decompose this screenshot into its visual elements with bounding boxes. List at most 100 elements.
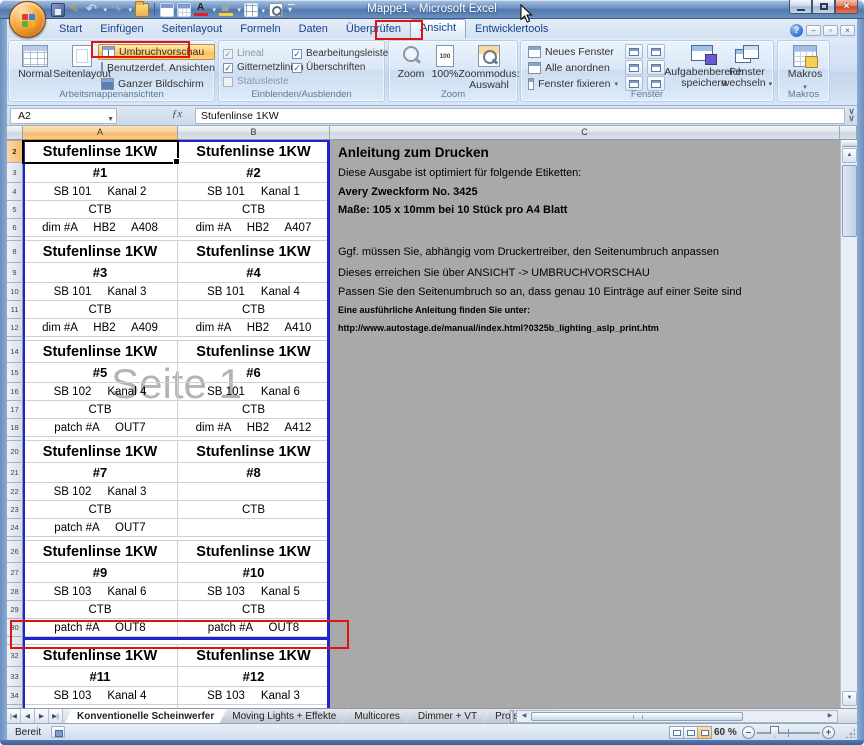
cell-B22[interactable]: [178, 483, 330, 501]
cell-A29[interactable]: CTB: [23, 601, 178, 619]
cell-B21[interactable]: #8: [178, 463, 330, 483]
cell-B5[interactable]: CTB: [178, 201, 330, 219]
workbook-minimize-button[interactable]: –: [806, 25, 821, 36]
vertical-scroll-thumb[interactable]: [842, 165, 857, 237]
sheet-tab-3[interactable]: Multicores: [342, 709, 412, 723]
cell-B28[interactable]: SB 103 Kanal 5: [178, 583, 330, 601]
checkbox-lineal[interactable]: ✓: [223, 49, 233, 59]
cell-A8[interactable]: Stufenlinse 1KW: [23, 241, 178, 263]
cell-B26[interactable]: Stufenlinse 1KW: [178, 541, 330, 563]
row-header-29[interactable]: 29: [7, 601, 23, 619]
row-header-14[interactable]: 14: [7, 341, 23, 363]
column-header-b[interactable]: B: [178, 126, 330, 140]
cell-B12[interactable]: dim #A HB2 A410: [178, 319, 330, 337]
cell-A34[interactable]: SB 103 Kanal 4: [23, 687, 178, 705]
row-header-34[interactable]: 34: [7, 687, 23, 705]
row-header-16[interactable]: 16: [7, 383, 23, 401]
zoom-100-button[interactable]: 100 100%: [429, 45, 461, 80]
next-sheet-icon[interactable]: ▶: [35, 709, 49, 723]
cell-B3[interactable]: #2: [178, 163, 330, 183]
cell-B16[interactable]: SB 101 Kanal 6: [178, 383, 330, 401]
column-header-c[interactable]: C: [330, 126, 840, 140]
name-box[interactable]: A2▼: [10, 108, 117, 124]
row-header-28[interactable]: 28: [7, 583, 23, 601]
page-break-preview-shortcut[interactable]: [697, 726, 712, 739]
cell-C3[interactable]: Diese Ausgabe ist optimiert für folgende…: [331, 163, 581, 183]
column-header-a[interactable]: A: [23, 126, 178, 140]
cell-A27[interactable]: #9: [23, 563, 178, 583]
formula-input[interactable]: Stufenlinse 1KW: [195, 108, 845, 124]
redo-icon[interactable]: [110, 3, 124, 17]
hide-window-button[interactable]: [625, 60, 643, 75]
show-hide-item-bearbeitungsleiste[interactable]: ✓Bearbeitungsleiste: [292, 47, 388, 60]
custom-views-button[interactable]: Benutzerdef. Ansichten: [98, 60, 215, 76]
zoom-to-selection-button[interactable]: Zoommodus:Auswahl: [461, 45, 517, 91]
sheet-tab-2[interactable]: Moving Lights + Effekte: [220, 709, 348, 723]
tab-split-handle[interactable]: [510, 710, 514, 723]
cell-A16[interactable]: SB 102 Kanal 4: [23, 383, 178, 401]
zoom-out-icon[interactable]: –: [742, 726, 755, 739]
split-button[interactable]: [625, 44, 643, 59]
zoom-slider-thumb[interactable]: [770, 726, 779, 738]
row-header-4[interactable]: 4: [7, 183, 23, 201]
cell-A26[interactable]: Stufenlinse 1KW: [23, 541, 178, 563]
cell-B2[interactable]: Stufenlinse 1KW: [178, 141, 330, 163]
row-header-10[interactable]: 10: [7, 283, 23, 301]
cell-B14[interactable]: Stufenlinse 1KW: [178, 341, 330, 363]
borders-icon[interactable]: [244, 3, 258, 17]
cell-A24[interactable]: patch #A OUT7: [23, 519, 178, 537]
row-header-22[interactable]: 22: [7, 483, 23, 501]
cell-C8[interactable]: Ggf. müssen Sie, abhängig vom Druckertre…: [331, 241, 719, 263]
row-header-2[interactable]: 2: [7, 141, 23, 163]
cell-A22[interactable]: SB 102 Kanal 3: [23, 483, 178, 501]
macros-button[interactable]: Makros ▾: [786, 45, 824, 93]
cell-A17[interactable]: CTB: [23, 401, 178, 419]
cell-A3[interactable]: #1: [23, 163, 178, 183]
cell-A14[interactable]: Stufenlinse 1KW: [23, 341, 178, 363]
minimize-button[interactable]: [789, 0, 812, 14]
expand-formula-bar-icon[interactable]: ∨∨: [846, 108, 857, 124]
cell-B6[interactable]: dim #A HB2 A407: [178, 219, 330, 237]
row-header-18[interactable]: 18: [7, 419, 23, 437]
show-hide-item-statusleiste[interactable]: Statusleiste: [223, 75, 304, 88]
new-window-button[interactable]: Neues Fenster: [525, 44, 621, 60]
cell-A28[interactable]: SB 103 Kanal 6: [23, 583, 178, 601]
cell-A4[interactable]: SB 101 Kanal 2: [23, 183, 178, 201]
show-hide-item-überschriften[interactable]: ✓Überschriften: [292, 61, 388, 74]
row-header-27[interactable]: 27: [7, 563, 23, 583]
row-header-24[interactable]: 24: [7, 519, 23, 537]
workbook-restore-button[interactable]: ▫: [823, 25, 838, 36]
close-button[interactable]: ×: [835, 0, 858, 14]
workbook-close-button[interactable]: ×: [840, 25, 855, 36]
macro-record-icon[interactable]: [51, 726, 65, 738]
cell-A11[interactable]: CTB: [23, 301, 178, 319]
row-header-23[interactable]: 23: [7, 501, 23, 519]
cell-A20[interactable]: Stufenlinse 1KW: [23, 441, 178, 463]
scroll-up-icon[interactable]: ▲: [842, 148, 857, 163]
checkbox-statusleiste[interactable]: [223, 77, 233, 87]
previous-sheet-icon[interactable]: ◀: [21, 709, 35, 723]
row-header-6[interactable]: 6: [7, 219, 23, 237]
cell-B34[interactable]: SB 103 Kanal 3: [178, 687, 330, 705]
normal-view-shortcut[interactable]: [669, 726, 684, 739]
cell-A5[interactable]: CTB: [23, 201, 178, 219]
edit-icon[interactable]: [68, 3, 82, 17]
open-icon[interactable]: [135, 3, 149, 17]
cell-A21[interactable]: #7: [23, 463, 178, 483]
cell-A9[interactable]: #3: [23, 263, 178, 283]
table-view-icon[interactable]: [177, 3, 191, 17]
synchronous-scrolling-button[interactable]: [647, 60, 665, 75]
name-box-dropdown-icon[interactable]: ▼: [107, 113, 114, 127]
cell-B17[interactable]: CTB: [178, 401, 330, 419]
cell-B29[interactable]: CTB: [178, 601, 330, 619]
horizontal-scrollbar[interactable]: ◀ ▶: [516, 710, 838, 723]
cell-A23[interactable]: CTB: [23, 501, 178, 519]
select-all-corner[interactable]: [7, 126, 23, 140]
maximize-button[interactable]: [812, 0, 835, 14]
row-header-26[interactable]: 26: [7, 541, 23, 563]
zoom-button[interactable]: Zoom: [394, 45, 428, 80]
office-button[interactable]: [9, 1, 46, 38]
row-header-20[interactable]: 20: [7, 441, 23, 463]
row-header-11[interactable]: 11: [7, 301, 23, 319]
vertical-split-handle[interactable]: [842, 140, 857, 147]
